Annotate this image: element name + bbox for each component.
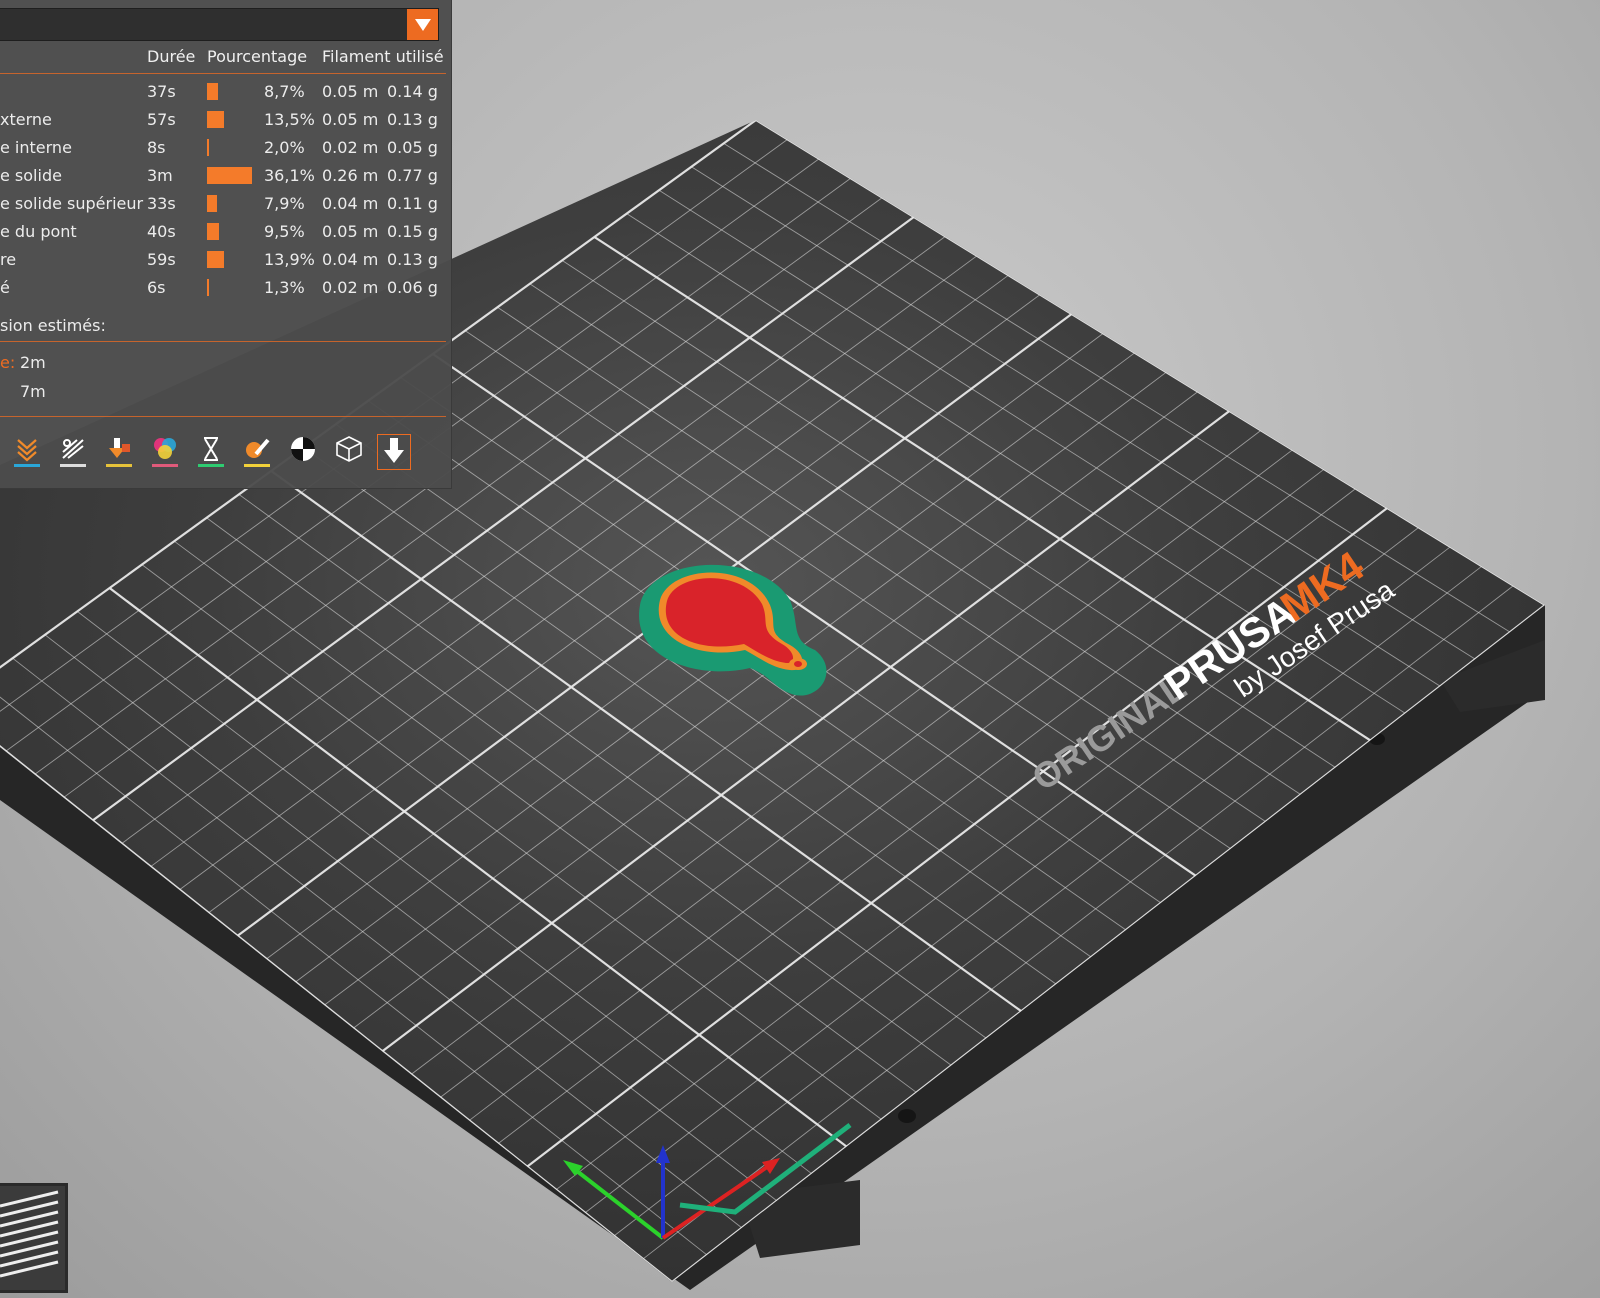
legend-panel: Durée Pourcentage Filament utilisé 37s 8,…: [0, 0, 452, 489]
row-filament-weight: 0.77 g: [387, 166, 438, 185]
view-type-combo[interactable]: [0, 8, 439, 41]
row-filament-weight: 0.11 g: [387, 194, 438, 213]
estimated-title: sion estimés:: [0, 316, 106, 335]
estimate-value-1: 7m: [20, 382, 46, 401]
row-duration: 40s: [147, 222, 176, 241]
row-filament-weight: 0.13 g: [387, 110, 438, 129]
row-filament-length: 0.05 m: [322, 110, 379, 129]
estimate-label-0: e:: [0, 353, 16, 372]
row-feature-name: é: [0, 278, 10, 297]
row-feature-name: e solide supérieur: [0, 194, 144, 213]
row-feature-name: e interne: [0, 138, 72, 157]
toolbar-divider: [0, 416, 446, 417]
row-percent-bar: [207, 167, 252, 184]
row-filament-length: 0.04 m: [322, 250, 379, 269]
retractions-icon[interactable]: [104, 434, 134, 470]
row-duration: 6s: [147, 278, 166, 297]
shells-icon[interactable]: [334, 434, 364, 470]
row-duration: 57s: [147, 110, 176, 129]
row-duration: 33s: [147, 194, 176, 213]
layers-preview-button[interactable]: [0, 1183, 68, 1293]
travel-icon[interactable]: [12, 434, 42, 470]
row-filament-weight: 0.05 g: [387, 138, 438, 157]
row-filament-length: 0.26 m: [322, 166, 379, 185]
header-divider: [0, 73, 446, 74]
row-filament-length: 0.05 m: [322, 82, 379, 101]
row-filament-length: 0.02 m: [322, 138, 379, 157]
row-filament-length: 0.05 m: [322, 222, 379, 241]
tool-marker-icon[interactable]: [377, 434, 411, 470]
row-percent-bar: [207, 279, 209, 296]
row-percent-bar: [207, 139, 210, 156]
row-feature-name: xterne: [0, 110, 52, 129]
row-filament-weight: 0.15 g: [387, 222, 438, 241]
row-percent: 9,5%: [264, 222, 305, 241]
color-changes-icon[interactable]: [150, 434, 180, 470]
estimated-divider: [0, 341, 446, 342]
row-duration: 37s: [147, 82, 176, 101]
row-filament-weight: 0.06 g: [387, 278, 438, 297]
col-header-duration: Durée: [147, 47, 196, 66]
col-header-percentage: Pourcentage: [207, 47, 308, 66]
row-percent: 13,5%: [264, 110, 315, 129]
row-filament-weight: 0.14 g: [387, 82, 438, 101]
row-duration: 8s: [147, 138, 166, 157]
layers-icon: [0, 1190, 59, 1278]
row-percent-bar: [207, 195, 217, 212]
row-percent-bar: [207, 111, 224, 128]
row-feature-name: re: [0, 250, 17, 269]
combo-dropdown-arrow-icon[interactable]: [407, 9, 438, 40]
row-filament-weight: 0.13 g: [387, 250, 438, 269]
center-of-gravity-icon[interactable]: [288, 434, 318, 470]
row-percent: 8,7%: [264, 82, 305, 101]
row-percent-bar: [207, 83, 218, 100]
row-duration: 59s: [147, 250, 176, 269]
estimate-value-0: 2m: [20, 353, 46, 372]
wipe-icon[interactable]: [58, 434, 88, 470]
row-percent: 7,9%: [264, 194, 305, 213]
row-percent: 2,0%: [264, 138, 305, 157]
row-filament-length: 0.04 m: [322, 194, 379, 213]
row-percent-bar: [207, 223, 219, 240]
custom-gcode-icon[interactable]: [242, 434, 272, 470]
row-filament-length: 0.02 m: [322, 278, 379, 297]
row-feature-name: e du pont: [0, 222, 77, 241]
row-percent-bar: [207, 251, 225, 268]
pause-icon[interactable]: [196, 434, 226, 470]
row-percent: 1,3%: [264, 278, 305, 297]
col-header-filament: Filament utilisé: [322, 47, 444, 66]
row-percent: 36,1%: [264, 166, 315, 185]
row-duration: 3m: [147, 166, 173, 185]
row-percent: 13,9%: [264, 250, 315, 269]
row-feature-name: e solide: [0, 166, 62, 185]
